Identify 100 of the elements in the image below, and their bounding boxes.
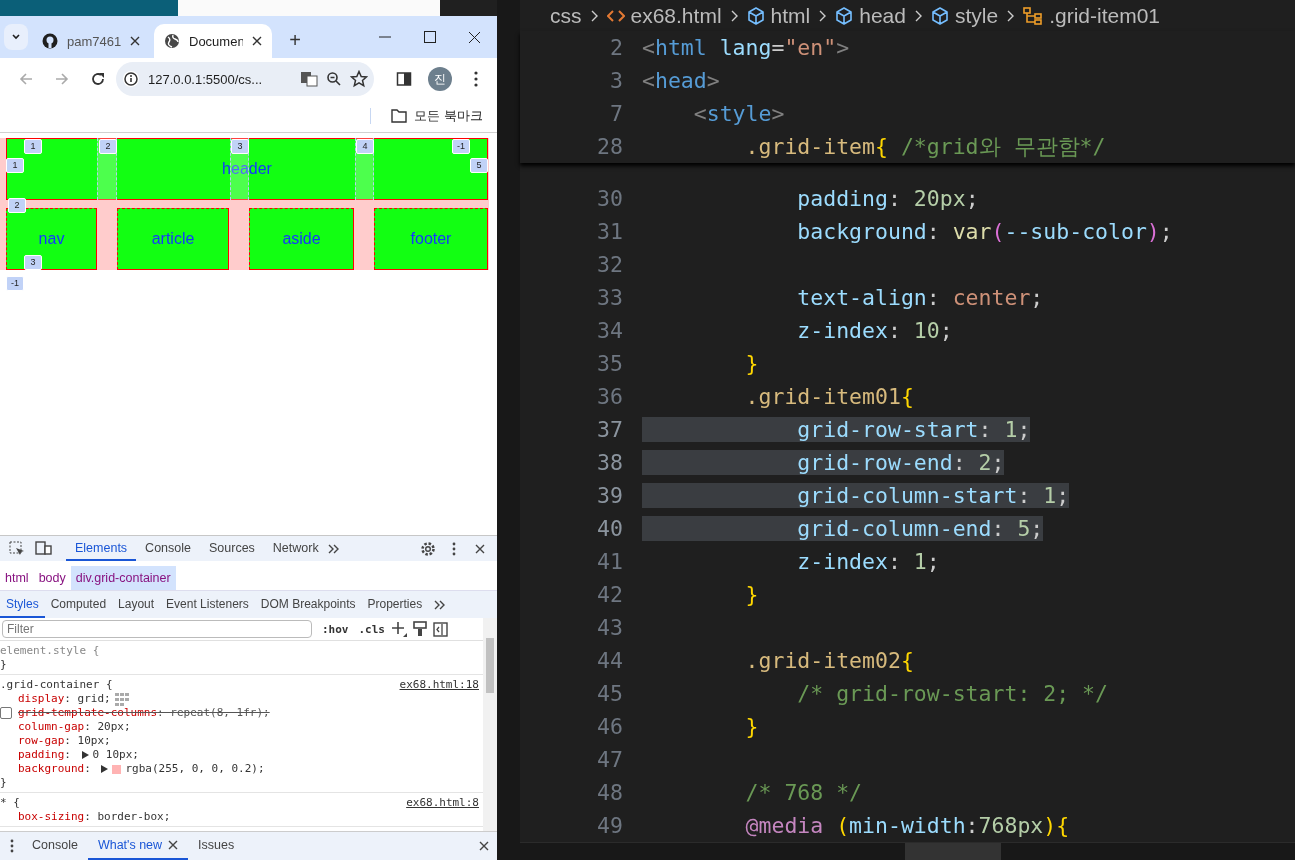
line-number: 49 (596, 813, 624, 838)
folder-icon (391, 109, 408, 123)
code-line: } (744, 582, 759, 607)
breadcrumb-item[interactable]: body (33, 566, 71, 590)
scrollbar-thumb[interactable] (486, 638, 494, 693)
drawer-tab[interactable]: Console (22, 832, 88, 860)
new-tab-button[interactable]: + (282, 29, 308, 52)
settings-icon[interactable] (420, 540, 436, 557)
profile-button[interactable]: 진 (422, 64, 458, 94)
more-tabs-icon[interactable] (327, 543, 340, 554)
line-number: 48 (596, 780, 624, 805)
url-text: 127.0.0.1:5500/cs... (148, 71, 264, 87)
close-icon[interactable] (475, 543, 485, 554)
line-number: 37 (596, 417, 624, 442)
more-options-icon[interactable] (452, 541, 456, 556)
line-number: 34 (596, 318, 624, 343)
code-line: .grid-item01{ (744, 384, 914, 409)
line-number: 44 (596, 648, 624, 673)
chevron-right-icon (913, 8, 923, 23)
device-toolbar-icon[interactable] (34, 541, 52, 556)
devtools-tab[interactable]: Elements (66, 536, 137, 561)
devtools-tab[interactable]: Properties (361, 591, 429, 618)
browser-tab[interactable]: pam7461 (32, 24, 150, 58)
css-declaration: row-gap: 10px; (18, 734, 111, 748)
breadcrumb-item[interactable]: style (930, 3, 999, 28)
info-icon (122, 70, 140, 88)
plus-icon[interactable] (391, 621, 407, 637)
devtools-tab[interactable]: Computed (44, 591, 113, 618)
checkbox[interactable] (0, 707, 12, 719)
browser-tab[interactable]: Documen (154, 24, 272, 58)
css-declaration: background: (18, 762, 92, 776)
maximize-icon[interactable] (424, 31, 436, 43)
grid-line-badge: 1 (6, 158, 24, 173)
devtools-tab[interactable]: Network (263, 536, 328, 561)
filter-field[interactable]: Filter (2, 620, 312, 638)
reload-icon (90, 71, 106, 87)
code-line: <html lang="en"> (642, 35, 850, 60)
tab-list-button[interactable] (4, 24, 28, 50)
close-icon (252, 36, 262, 46)
code-line: } (744, 351, 759, 376)
address-bar[interactable]: 127.0.0.1:5500/cs... (116, 62, 374, 96)
devtools-tab[interactable]: Console (136, 536, 200, 561)
breadcrumb-item[interactable]: ex68.html (606, 3, 722, 28)
code-line: padding: 20px; (796, 186, 979, 211)
paint-brush-icon[interactable] (413, 621, 427, 637)
breadcrumb-item[interactable]: html (746, 3, 811, 28)
side-panel-icon (396, 71, 412, 87)
line-number: 38 (596, 450, 624, 475)
devtools-tab[interactable]: Event Listeners (160, 591, 255, 618)
grid-line-badge: 5 (470, 158, 488, 173)
expand-icon[interactable] (101, 765, 109, 773)
globe-icon (164, 33, 180, 49)
code-line: <style> (692, 101, 785, 126)
line-number: 2 (609, 35, 624, 60)
code-line: .grid-item02{ (744, 648, 914, 673)
grid-item: aside (249, 208, 354, 270)
translate-icon[interactable] (300, 70, 318, 88)
inspect-icon[interactable] (9, 540, 25, 557)
more-tabs-icon[interactable] (434, 599, 447, 610)
color-swatch[interactable] (112, 764, 122, 774)
source-link[interactable]: ex68.html:18 (399, 678, 479, 692)
css-declaration: box-sizing: border-box; (18, 810, 171, 824)
css-declaration: grid-template-columns: repeat(8, 1fr); (18, 706, 270, 720)
devtools-tab[interactable]: Styles (0, 591, 45, 618)
css-value: 0 10px; (92, 748, 139, 762)
css-declaration: display: grid; (18, 692, 111, 706)
breadcrumb-item[interactable]: .grid-item01 (1023, 3, 1161, 28)
bookmarks-button[interactable]: 모든 북마크 (391, 107, 483, 125)
expand-icon[interactable] (81, 751, 89, 759)
css-declaration: column-gap: 20px; (18, 720, 131, 734)
line-number: 30 (596, 186, 624, 211)
source-link[interactable]: ex68.html:8 (406, 796, 479, 810)
code-line: background: var(--sub-color); (796, 219, 1173, 244)
star-icon[interactable] (350, 70, 368, 88)
drawer-tab[interactable]: What's new (87, 832, 189, 860)
devtools-tab[interactable]: DOM Breakpoints (254, 591, 362, 618)
breadcrumb-item[interactable]: head (835, 3, 906, 28)
css-selector: .grid-container { (0, 678, 113, 692)
breadcrumb-item[interactable]: css (550, 3, 582, 28)
drawer-tab[interactable]: Issues (188, 832, 245, 860)
line-number: 40 (596, 516, 624, 541)
menu-icon (474, 71, 478, 87)
breadcrumb-item[interactable]: html (0, 566, 34, 590)
devtools-tab[interactable]: Layout (112, 591, 161, 618)
zoom-icon[interactable] (326, 71, 342, 87)
more-options-icon[interactable] (10, 839, 14, 853)
grid-item: footer (374, 208, 488, 270)
class-button[interactable]: .cls (358, 622, 385, 636)
sidebar-icon[interactable] (433, 621, 448, 637)
grid-line-badge: 4 (356, 139, 374, 154)
line-number: 35 (596, 351, 624, 376)
close-icon[interactable] (468, 30, 481, 44)
closing-brace: } (0, 658, 7, 672)
line-number: 36 (596, 384, 624, 409)
line-number: 47 (596, 747, 624, 772)
chevron-down-icon (11, 32, 21, 42)
breadcrumb-item[interactable]: div.grid-container (70, 566, 176, 590)
hover-state-button[interactable]: :hov (322, 622, 349, 636)
avatar: 진 (428, 67, 452, 91)
devtools-tab[interactable]: Sources (200, 536, 264, 561)
